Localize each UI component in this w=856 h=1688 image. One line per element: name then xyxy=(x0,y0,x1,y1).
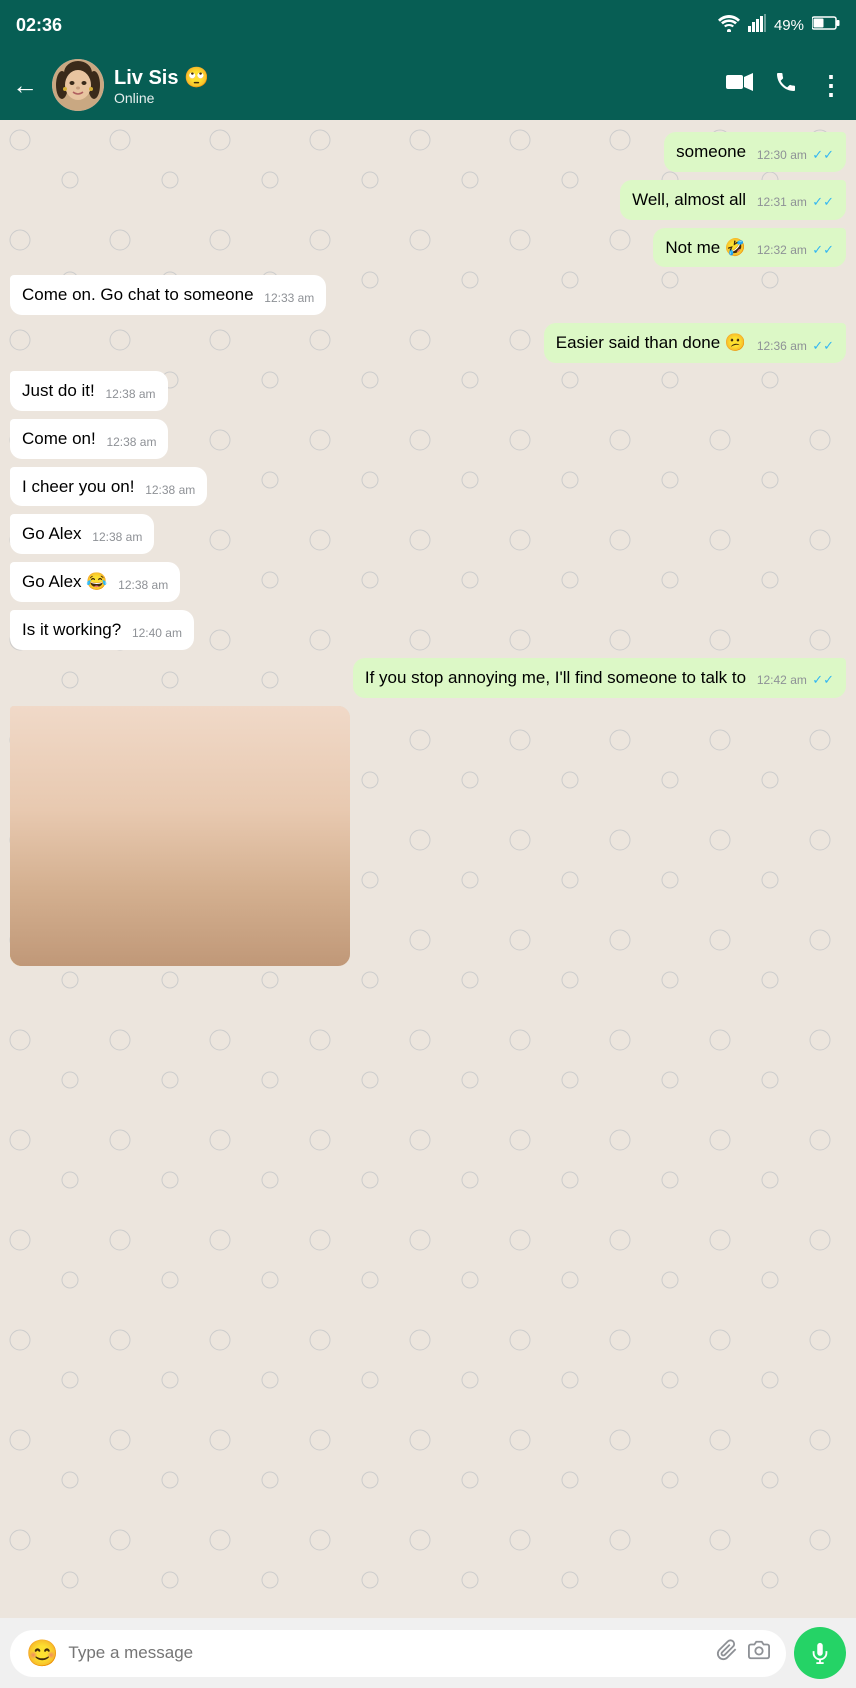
message-bubble: Come on. Go chat to someone 12:33 am xyxy=(10,275,326,315)
message-row: Come on! 12:38 am xyxy=(10,419,846,459)
more-options-button[interactable]: ⋮ xyxy=(818,70,844,101)
mic-button[interactable] xyxy=(794,1627,846,1679)
image-message-bubble[interactable] xyxy=(10,706,350,966)
camera-button[interactable] xyxy=(748,1639,770,1667)
message-time: 12:33 am xyxy=(264,291,314,305)
message-bubble: Easier said than done 😕 12:36 am ✓✓ xyxy=(544,323,846,363)
message-row: Easier said than done 😕 12:36 am ✓✓ xyxy=(10,323,846,363)
message-row: Go Alex 12:38 am xyxy=(10,514,846,554)
message-bubble: Come on! 12:38 am xyxy=(10,419,168,459)
message-text: Well, almost all xyxy=(632,190,746,209)
chat-header: ← Liv Sis 🙄 Online xyxy=(0,50,856,120)
message-time: 12:36 am ✓✓ xyxy=(757,339,834,353)
message-text: Come on! xyxy=(22,429,96,448)
tick-icon: ✓✓ xyxy=(812,194,834,209)
battery-percent: 49% xyxy=(774,17,804,34)
video-call-button[interactable] xyxy=(726,72,754,98)
message-text: Easier said than done 😕 xyxy=(556,333,746,352)
message-text: Go Alex 😂 xyxy=(22,572,107,591)
status-bar: 02:36 49% xyxy=(0,0,856,50)
input-bar: 😊 xyxy=(0,1618,856,1688)
message-row: Just do it! 12:38 am xyxy=(10,371,846,411)
message-row: If you stop annoying me, I'll find someo… xyxy=(10,658,846,698)
message-bubble: Is it working? 12:40 am xyxy=(10,610,194,650)
battery-icon xyxy=(812,15,840,35)
contact-status: Online xyxy=(114,90,716,106)
wifi-icon xyxy=(718,14,740,36)
header-actions: ⋮ xyxy=(726,70,844,101)
message-text: Go Alex xyxy=(22,524,82,543)
message-row: someone 12:30 am ✓✓ xyxy=(10,132,846,172)
voice-call-button[interactable] xyxy=(774,70,798,100)
message-input[interactable] xyxy=(68,1643,706,1663)
chat-area: someone 12:30 am ✓✓ Well, almost all 12:… xyxy=(0,120,856,1618)
contact-name: Liv Sis 🙄 xyxy=(114,65,716,90)
message-text: Just do it! xyxy=(22,381,95,400)
tick-icon: ✓✓ xyxy=(812,147,834,162)
message-bubble: I cheer you on! 12:38 am xyxy=(10,467,207,507)
avatar[interactable] xyxy=(52,59,104,111)
status-icons: 49% xyxy=(718,14,840,36)
message-text: someone xyxy=(676,142,746,161)
back-button[interactable]: ← xyxy=(12,70,38,101)
tick-icon: ✓✓ xyxy=(812,672,834,687)
message-time: 12:40 am xyxy=(132,626,182,640)
message-text: Come on. Go chat to someone xyxy=(22,285,254,304)
message-time: 12:42 am ✓✓ xyxy=(757,673,834,687)
message-time: 12:32 am ✓✓ xyxy=(757,243,834,257)
signal-icon xyxy=(748,14,766,36)
tick-icon: ✓✓ xyxy=(812,242,834,257)
message-text: Is it working? xyxy=(22,620,121,639)
message-row: Come on. Go chat to someone 12:33 am xyxy=(10,275,846,315)
message-row xyxy=(10,706,846,966)
message-bubble: Not me 🤣 12:32 am ✓✓ xyxy=(653,228,846,268)
message-row: Go Alex 😂 12:38 am xyxy=(10,562,846,602)
message-bubble: Go Alex 12:38 am xyxy=(10,514,154,554)
message-time: 12:38 am xyxy=(118,578,168,592)
message-bubble: someone 12:30 am ✓✓ xyxy=(664,132,846,172)
contact-info: Liv Sis 🙄 Online xyxy=(114,65,716,106)
message-row: Well, almost all 12:31 am ✓✓ xyxy=(10,180,846,220)
message-row: Is it working? 12:40 am xyxy=(10,610,846,650)
status-time: 02:36 xyxy=(16,15,62,36)
message-bubble: Well, almost all 12:31 am ✓✓ xyxy=(620,180,846,220)
attach-button[interactable] xyxy=(716,1639,738,1667)
message-time: 12:38 am xyxy=(106,435,156,449)
message-bubble: Go Alex 😂 12:38 am xyxy=(10,562,180,602)
message-time: 12:38 am xyxy=(145,483,195,497)
message-time: 12:38 am xyxy=(92,530,142,544)
message-text: I cheer you on! xyxy=(22,477,134,496)
message-time: 12:38 am xyxy=(106,387,156,401)
message-bubble: Just do it! 12:38 am xyxy=(10,371,168,411)
message-row: I cheer you on! 12:38 am xyxy=(10,467,846,507)
image-preview xyxy=(10,706,350,966)
message-time: 12:30 am ✓✓ xyxy=(757,148,834,162)
message-bubble: If you stop annoying me, I'll find someo… xyxy=(353,658,846,698)
message-text: Not me 🤣 xyxy=(665,238,746,257)
message-time: 12:31 am ✓✓ xyxy=(757,195,834,209)
message-row: Not me 🤣 12:32 am ✓✓ xyxy=(10,228,846,268)
message-text: If you stop annoying me, I'll find someo… xyxy=(365,668,746,687)
message-input-wrapper: 😊 xyxy=(10,1630,786,1677)
tick-icon: ✓✓ xyxy=(812,338,834,353)
emoji-button[interactable]: 😊 xyxy=(26,1638,58,1669)
